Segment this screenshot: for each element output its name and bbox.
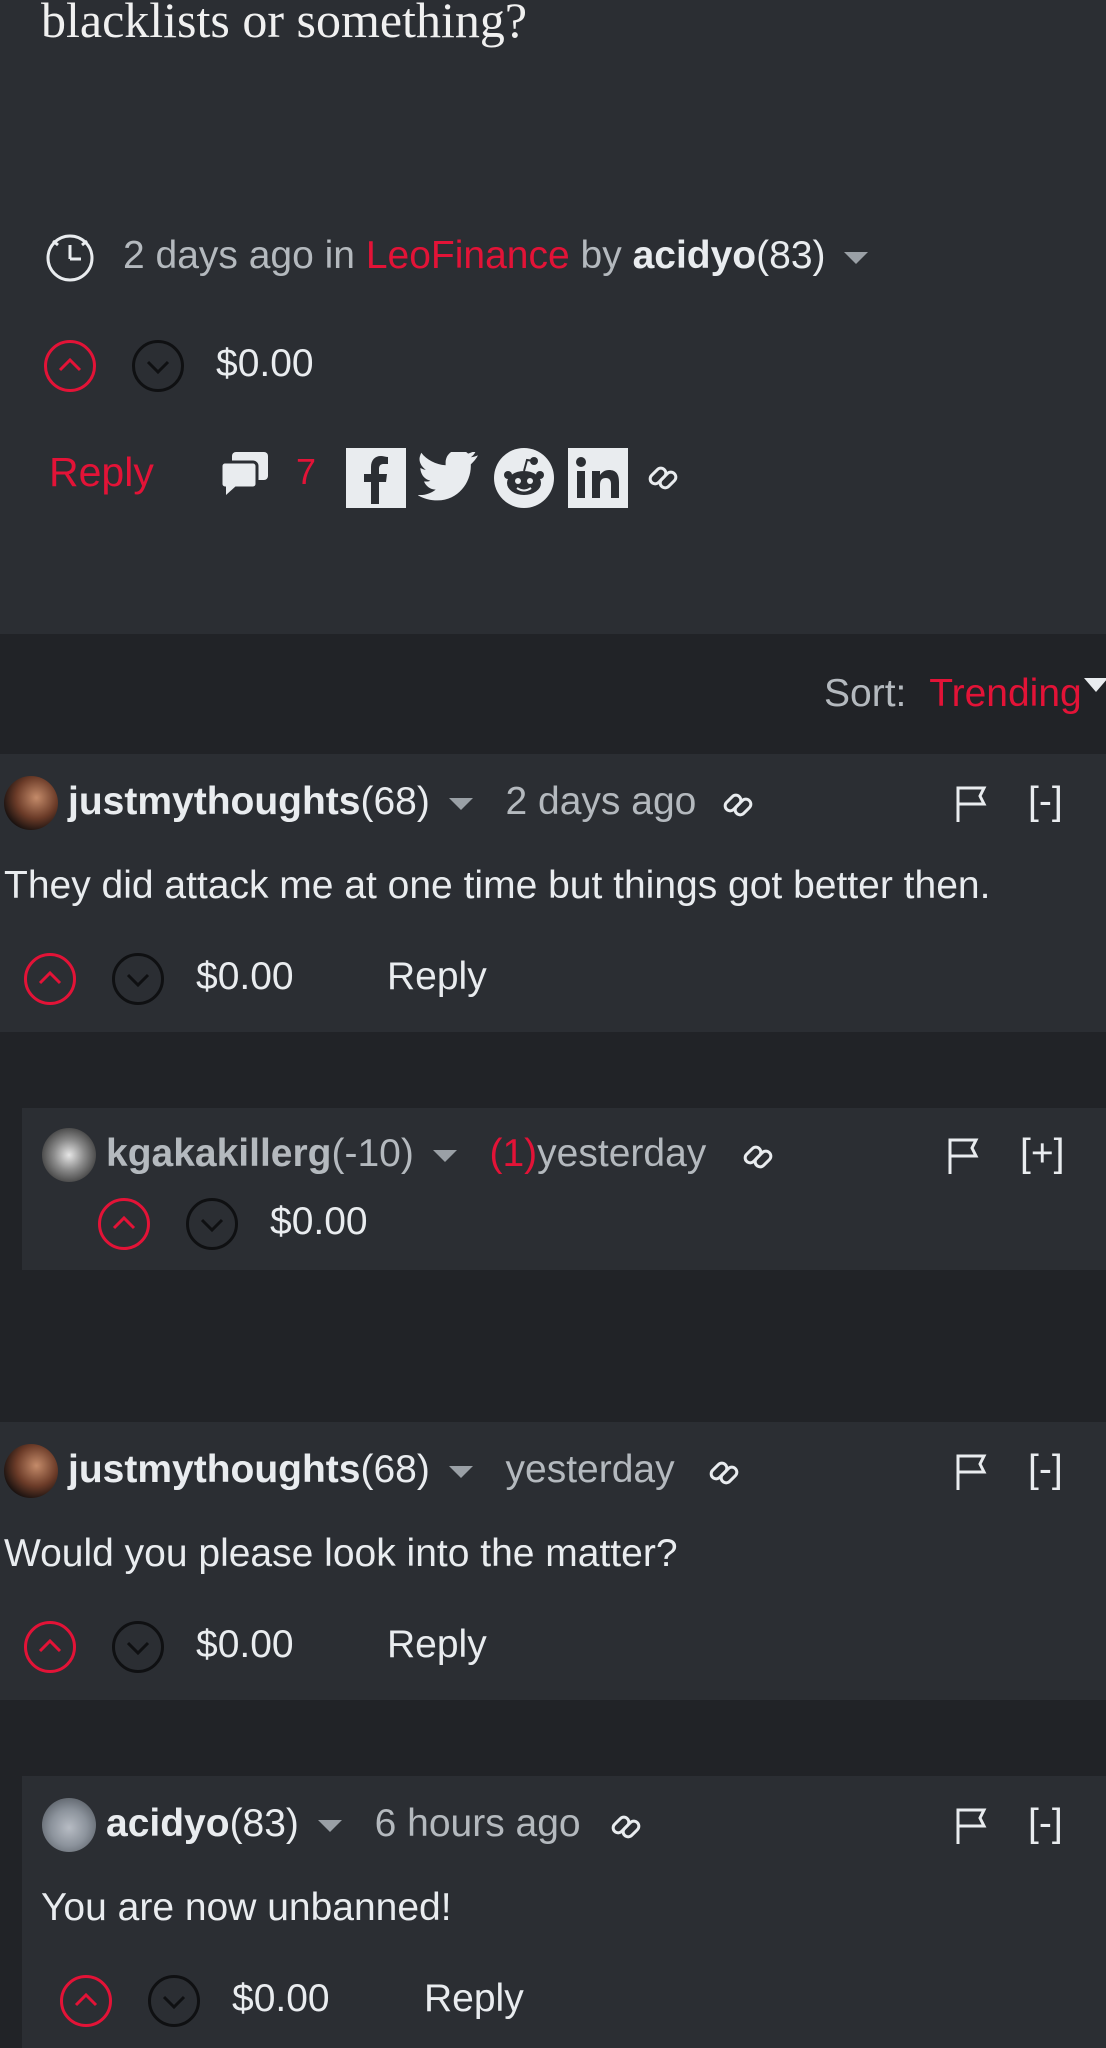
comment-reply-link[interactable]: Reply — [424, 1975, 524, 2023]
linkedin-icon[interactable] — [568, 448, 628, 508]
downvote-button[interactable] — [112, 1621, 164, 1673]
avatar[interactable] — [4, 776, 58, 830]
clock-icon — [44, 232, 96, 284]
upvote-icon — [74, 1992, 98, 2007]
downvote-button[interactable] — [148, 1975, 200, 2027]
comment-payout[interactable]: $0.00 — [270, 1198, 368, 1246]
link-icon[interactable] — [604, 1804, 648, 1848]
comment-time[interactable]: 2 days ago — [506, 780, 697, 823]
flag-icon[interactable] — [954, 1452, 990, 1492]
comment-author-link[interactable]: kgakakillerg — [106, 1132, 331, 1175]
downvote-icon — [126, 1641, 150, 1656]
post-meta: 2 days ago in LeoFinance by acidyo(83) — [123, 232, 869, 280]
downvote-icon — [200, 1218, 224, 1233]
expand-toggle[interactable]: [+] — [1020, 1130, 1064, 1178]
downvote-button[interactable] — [112, 953, 164, 1005]
comment-header: kgakakillerg(-10) (1)yesterday — [106, 1130, 706, 1178]
comment-body: They did attack me at one time but thing… — [4, 864, 991, 907]
upvote-button[interactable] — [24, 953, 76, 1005]
sort-value[interactable]: Trending — [929, 672, 1081, 715]
comment-payout[interactable]: $0.00 — [232, 1975, 330, 2023]
collapse-toggle[interactable]: [-] — [1028, 1800, 1063, 1848]
comment-header: justmythoughts(68) yesterday — [68, 1446, 675, 1494]
comment-header: acidyo(83) 6 hours ago — [106, 1800, 581, 1848]
post-reply-link[interactable]: Reply — [49, 448, 154, 496]
comment-header: justmythoughts(68) 2 days ago — [68, 778, 696, 826]
comment-time[interactable]: yesterday — [506, 1448, 675, 1491]
post-author-link[interactable]: acidyo — [633, 234, 757, 277]
comment-time[interactable]: yesterday — [537, 1132, 706, 1175]
dropdown-caret-icon[interactable] — [317, 1819, 342, 1832]
dropdown-caret-icon[interactable] — [432, 1149, 457, 1162]
collapse-toggle[interactable]: [-] — [1028, 778, 1063, 826]
sort-caret-icon[interactable] — [1084, 678, 1106, 692]
avatar[interactable] — [42, 1128, 96, 1182]
comment-author-link[interactable]: justmythoughts — [68, 780, 360, 823]
post-time: 2 days ago in — [123, 234, 356, 277]
avatar[interactable] — [4, 1444, 58, 1498]
community-link[interactable]: LeoFinance — [366, 234, 570, 277]
upvote-icon — [112, 1215, 136, 1230]
comment-time[interactable]: 6 hours ago — [375, 1802, 581, 1845]
dropdown-caret-icon[interactable] — [448, 797, 473, 810]
downvote-icon — [146, 360, 170, 375]
sort-control[interactable]: Sort: Trending — [824, 670, 1082, 718]
comment-author-link[interactable]: justmythoughts — [68, 1448, 360, 1491]
flag-icon[interactable] — [954, 784, 990, 824]
comment-body: Would you please look into the matter? — [4, 1532, 678, 1575]
flag-icon[interactable] — [946, 1136, 982, 1176]
facebook-icon[interactable] — [346, 448, 406, 508]
comment-reputation: (-10) — [331, 1132, 414, 1175]
downvote-icon — [162, 1995, 186, 2010]
link-icon[interactable] — [641, 455, 685, 499]
collapse-toggle[interactable]: [-] — [1028, 1446, 1063, 1494]
comment-reputation: (83) — [229, 1802, 299, 1845]
sort-label: Sort: — [824, 672, 907, 715]
twitter-icon[interactable] — [417, 450, 480, 504]
downvote-icon — [126, 973, 150, 988]
post-payout[interactable]: $0.00 — [216, 340, 314, 388]
by-label: by — [580, 234, 622, 277]
reddit-icon[interactable] — [494, 448, 554, 508]
flag-icon[interactable] — [954, 1806, 990, 1846]
post-title-tail: blacklists or something? — [41, 0, 528, 48]
downvote-button[interactable] — [132, 340, 184, 392]
flag-count: (1) — [489, 1132, 538, 1175]
comment-payout[interactable]: $0.00 — [196, 953, 294, 1001]
comment-author-link[interactable]: acidyo — [106, 1802, 230, 1845]
upvote-icon — [38, 1638, 62, 1653]
comment-reputation: (68) — [360, 1448, 430, 1491]
upvote-button[interactable] — [60, 1975, 112, 2027]
comment-payout[interactable]: $0.00 — [196, 1621, 294, 1669]
upvote-icon — [38, 970, 62, 985]
dropdown-caret-icon[interactable] — [844, 251, 869, 264]
comments-icon[interactable] — [218, 449, 272, 497]
upvote-icon — [58, 357, 82, 372]
comment-count[interactable]: 7 — [296, 448, 316, 496]
avatar[interactable] — [42, 1798, 96, 1852]
comment-body: You are now unbanned! — [41, 1886, 452, 1929]
comment-reputation: (68) — [360, 780, 430, 823]
comment-reply-link[interactable]: Reply — [387, 1621, 487, 1669]
upvote-button[interactable] — [98, 1198, 150, 1250]
link-icon[interactable] — [716, 782, 760, 826]
upvote-button[interactable] — [24, 1621, 76, 1673]
author-reputation: (83) — [756, 234, 826, 277]
dropdown-caret-icon[interactable] — [448, 1465, 473, 1478]
link-icon[interactable] — [736, 1134, 780, 1178]
upvote-button[interactable] — [44, 340, 96, 392]
downvote-button[interactable] — [186, 1198, 238, 1250]
comment-reply-link[interactable]: Reply — [387, 953, 487, 1001]
link-icon[interactable] — [702, 1450, 746, 1494]
